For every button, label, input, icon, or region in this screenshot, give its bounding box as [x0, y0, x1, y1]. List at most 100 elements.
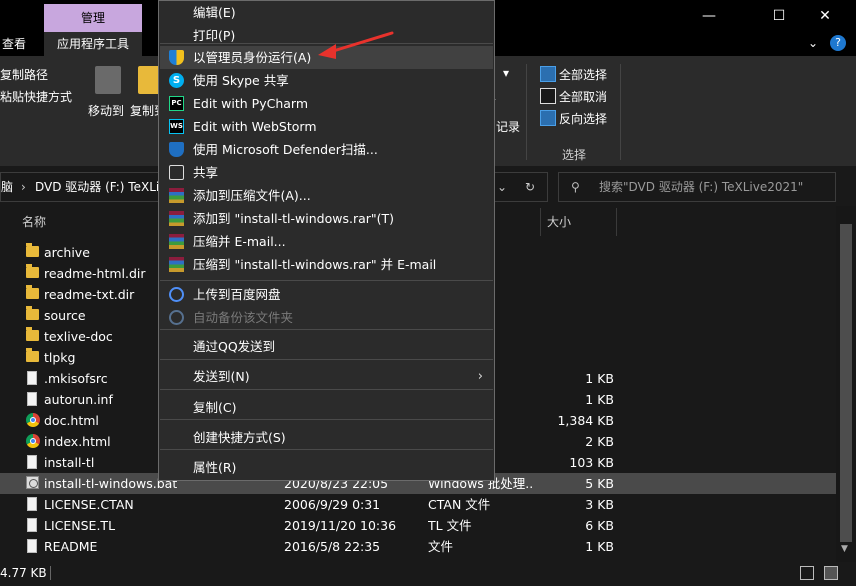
selection-size: 4.77 KB	[0, 566, 47, 580]
tab-app-tools[interactable]: 应用程序工具	[57, 32, 129, 56]
menu-item[interactable]: 上传到百度网盘	[160, 283, 493, 306]
vertical-scrollbar[interactable]: ▼	[836, 206, 856, 562]
file-name: readme-txt.dir	[44, 287, 135, 302]
select-none-icon	[540, 88, 556, 104]
file-name: autorun.inf	[44, 392, 113, 407]
dropdown-arrow-icon[interactable]: ▾	[503, 66, 509, 80]
paste-shortcut-button[interactable]: 粘贴快捷方式	[0, 88, 72, 105]
scrollbar-thumb[interactable]	[840, 224, 852, 542]
file-icon	[27, 371, 37, 385]
menu-item[interactable]: WS Edit with WebStorm	[160, 115, 493, 138]
copy-path-button[interactable]: 复制路径	[0, 66, 48, 83]
file-size: 2 KB	[585, 434, 614, 449]
move-to-button[interactable]: 移动到	[88, 102, 124, 119]
file-row[interactable]: LICENSE.TL 2019/11/20 10:36 TL 文件 6 KB	[0, 515, 836, 536]
folder-icon	[26, 348, 39, 362]
menu-item[interactable]: 使用 Microsoft Defender扫描...	[160, 138, 493, 161]
large-icons-view-icon[interactable]	[824, 566, 838, 580]
manage-context-tab[interactable]: 管理	[44, 4, 142, 32]
menu-item[interactable]: 通过QQ发送到	[160, 335, 493, 358]
folder-icon	[26, 306, 39, 320]
menu-item-label: 添加到 "install-tl-windows.rar"(T)	[193, 211, 395, 226]
file-name: index.html	[44, 434, 111, 449]
file-type: 文件	[428, 539, 454, 554]
menu-item-label: Edit with PyCharm	[193, 96, 309, 111]
annotation-arrow	[318, 31, 394, 59]
file-name: LICENSE.CTAN	[44, 497, 134, 512]
pycharm-icon: PC	[169, 96, 184, 111]
invert-selection-icon	[540, 110, 556, 126]
file-size: 1 KB	[585, 539, 614, 554]
uac-shield-icon	[169, 50, 184, 65]
file-name: LICENSE.TL	[44, 518, 116, 533]
file-name: archive	[44, 245, 90, 260]
file-date: 2019/11/20 10:36	[284, 518, 397, 533]
menu-item[interactable]: 添加到压缩文件(A)...	[160, 184, 493, 207]
address-dropdown-icon[interactable]: ⌄	[497, 173, 507, 201]
file-name: texlive-doc	[44, 329, 113, 344]
column-header-name[interactable]: 名称	[22, 208, 46, 236]
menu-item[interactable]: 创建快捷方式(S)	[160, 426, 493, 449]
file-size: 1 KB	[585, 371, 614, 386]
menu-item-label: 添加到压缩文件(A)...	[193, 188, 311, 203]
select-group-label: 选择	[562, 148, 587, 162]
breadcrumb-prev[interactable]: 脑	[1, 173, 13, 201]
menu-item-label: 创建快捷方式(S)	[193, 430, 286, 445]
file-date: 2006/9/29 0:31	[284, 497, 381, 512]
collapse-ribbon-icon[interactable]: ⌄	[808, 36, 818, 50]
scroll-down-icon[interactable]: ▼	[841, 544, 848, 554]
menu-separator	[160, 359, 493, 360]
help-icon[interactable]: ?	[830, 35, 846, 51]
menu-item[interactable]: 压缩并 E-mail...	[160, 230, 493, 253]
menu-item[interactable]: 发送到(N) ›	[160, 365, 493, 388]
tab-view[interactable]: 查看	[2, 32, 26, 56]
column-divider[interactable]	[540, 208, 541, 236]
file-type: CTAN 文件	[428, 497, 491, 512]
menu-item-label: 自动备份该文件夹	[193, 310, 294, 325]
menu-item-label: 通过QQ发送到	[193, 339, 276, 354]
maximize-button[interactable]: ☐	[756, 0, 802, 32]
close-button[interactable]: ✕	[802, 0, 848, 32]
chrome-icon	[26, 413, 40, 427]
menu-item[interactable]: S 使用 Skype 共享	[160, 69, 493, 92]
column-header-size[interactable]: 大小	[547, 208, 571, 236]
share-icon	[169, 165, 184, 180]
menu-separator	[160, 389, 493, 390]
menu-item[interactable]: PC Edit with PyCharm	[160, 92, 493, 115]
menu-item[interactable]: 共享	[160, 161, 493, 184]
folder-icon	[26, 243, 39, 257]
search-placeholder: 搜索"DVD 驱动器 (F:) TeXLive2021"	[599, 180, 804, 194]
annotation-arrow-line	[328, 31, 394, 54]
menu-item[interactable]: 压缩到 "install-tl-windows.rar" 并 E-mail	[160, 253, 493, 276]
submenu-arrow-icon: ›	[477, 369, 483, 384]
menu-item[interactable]: 编辑(E)	[160, 1, 493, 24]
details-view-icon[interactable]	[800, 566, 814, 580]
file-row[interactable]: LICENSE.CTAN 2006/9/29 0:31 CTAN 文件 3 KB	[0, 494, 836, 515]
file-icon	[27, 539, 37, 553]
winrar-icon	[169, 257, 184, 272]
file-icon	[27, 392, 37, 406]
menu-item-label: Edit with WebStorm	[193, 119, 317, 134]
menu-item[interactable]: 添加到 "install-tl-windows.rar"(T)	[160, 207, 493, 230]
search-icon: ⚲	[571, 180, 580, 194]
file-name: readme-html.dir	[44, 266, 146, 281]
file-name: install-tl	[44, 455, 95, 470]
minimize-button[interactable]: —	[686, 0, 732, 32]
menu-item[interactable]: 复制(C)	[160, 396, 493, 419]
refresh-icon[interactable]: ↻	[525, 173, 535, 201]
history-button[interactable]: 记录	[496, 118, 520, 135]
winrar-icon	[169, 188, 184, 203]
column-divider[interactable]	[616, 208, 617, 236]
bat-icon	[26, 476, 39, 489]
search-input[interactable]: ⚲ 搜索"DVD 驱动器 (F:) TeXLive2021"	[558, 172, 836, 202]
breadcrumb-current[interactable]: DVD 驱动器 (F:) TeXLi	[35, 173, 159, 201]
webstorm-icon: WS	[169, 119, 184, 134]
skype-icon: S	[169, 73, 184, 88]
file-row[interactable]: README 2016/5/8 22:35 文件 1 KB	[0, 536, 836, 557]
menu-item[interactable]: 属性(R)	[160, 456, 493, 479]
winrar-icon	[169, 234, 184, 249]
copy-to-icon	[138, 66, 160, 94]
menu-separator	[160, 419, 493, 420]
chrome-icon	[26, 434, 40, 448]
menu-item-label: 压缩并 E-mail...	[193, 234, 286, 249]
